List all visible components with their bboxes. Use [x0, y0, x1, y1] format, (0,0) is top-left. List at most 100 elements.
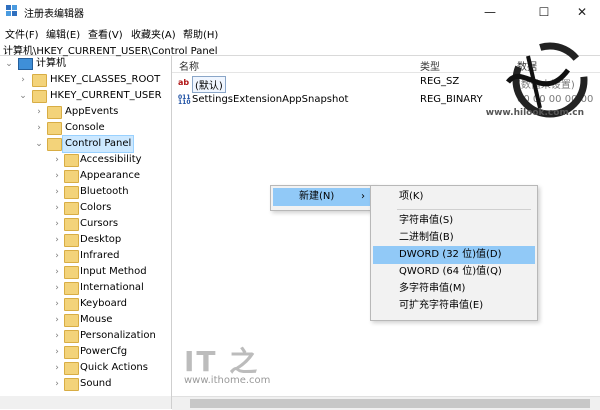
- tree-item-bluetooth[interactable]: › Bluetooth: [0, 184, 171, 200]
- tree-label: Desktop: [80, 234, 122, 245]
- tree-item-appearance[interactable]: › Appearance: [0, 168, 171, 184]
- menu-view[interactable]: 查看(V): [88, 26, 123, 41]
- collapse-icon[interactable]: ⌄: [34, 136, 44, 152]
- tree-label: Bluetooth: [80, 186, 129, 197]
- collapse-icon[interactable]: ⌄: [18, 88, 28, 104]
- expand-icon[interactable]: ›: [52, 152, 62, 168]
- column-name-header[interactable]: 名称: [179, 58, 199, 73]
- collapse-icon[interactable]: ⌄: [4, 56, 14, 72]
- tree-item-accessibility[interactable]: › Accessibility: [0, 152, 171, 168]
- folder-icon: [64, 362, 79, 375]
- folder-icon: [47, 106, 62, 119]
- tree-item-quick-actions[interactable]: › Quick Actions: [0, 360, 171, 376]
- tree-item-infrared[interactable]: › Infrared: [0, 248, 171, 264]
- menu-item-4[interactable]: 多字符串值(M): [373, 280, 535, 298]
- folder-icon: [64, 330, 79, 343]
- string-value-icon: ab: [178, 78, 190, 87]
- folder-icon: [64, 250, 79, 263]
- menu-item-3[interactable]: QWORD (64 位)值(Q): [373, 263, 535, 281]
- expand-icon[interactable]: ›: [34, 104, 44, 120]
- menu-item-key[interactable]: 项(K): [373, 188, 535, 206]
- tree-item-keyboard[interactable]: › Keyboard: [0, 296, 171, 312]
- tree-item-cursors[interactable]: › Cursors: [0, 216, 171, 232]
- tree-item-sound[interactable]: › Sound: [0, 376, 171, 392]
- tree-label: Input Method: [80, 266, 147, 277]
- value-name: (默认): [192, 76, 226, 93]
- expand-icon[interactable]: ›: [52, 216, 62, 232]
- horizontal-scrollbar[interactable]: [172, 396, 600, 410]
- tree-item-personalization[interactable]: › Personalization: [0, 328, 171, 344]
- tree-item-desktop[interactable]: › Desktop: [0, 232, 171, 248]
- menu-item-label: 可扩充字符串值(E): [399, 300, 484, 311]
- menu-file[interactable]: 文件(F): [5, 26, 39, 41]
- tree-label: Keyboard: [80, 298, 128, 309]
- expand-icon[interactable]: ›: [52, 328, 62, 344]
- minimize-button[interactable]: —: [472, 2, 508, 22]
- tree-item-international[interactable]: › International: [0, 280, 171, 296]
- tree-label: HKEY_CURRENT_USER: [50, 90, 162, 101]
- tree-item-mouse[interactable]: › Mouse: [0, 312, 171, 328]
- tree-item-powercfg[interactable]: › PowerCfg: [0, 344, 171, 360]
- menu-help[interactable]: 帮助(H): [183, 26, 218, 41]
- folder-icon: [32, 90, 47, 103]
- expand-icon[interactable]: ›: [52, 168, 62, 184]
- expand-icon[interactable]: ›: [52, 264, 62, 280]
- menu-separator: [397, 209, 531, 210]
- menu-edit[interactable]: 编辑(E): [46, 26, 80, 41]
- folder-icon: [64, 170, 79, 183]
- close-button[interactable]: ✕: [564, 2, 600, 22]
- tree-item-input-method[interactable]: › Input Method: [0, 264, 171, 280]
- expand-icon[interactable]: ›: [52, 184, 62, 200]
- registry-tree[interactable]: ⌄ 计算机 › HKEY_CLASSES_ROOT ⌄ HKEY_CURRENT…: [0, 56, 172, 409]
- column-type-header[interactable]: 类型: [420, 58, 440, 73]
- menu-favorites[interactable]: 收藏夹(A): [131, 26, 176, 41]
- address-path[interactable]: 计算机\HKEY_CURRENT_USER\Control Panel: [3, 42, 218, 57]
- menu-item-label: 多字符串值(M): [399, 283, 466, 294]
- menu-item-1[interactable]: 二进制值(B): [373, 229, 535, 247]
- expand-icon[interactable]: ›: [52, 296, 62, 312]
- tree-item-hkcr[interactable]: › HKEY_CLASSES_ROOT: [0, 72, 171, 88]
- folder-icon: [64, 314, 79, 327]
- expand-icon[interactable]: ›: [52, 248, 62, 264]
- tree-label: Cursors: [80, 218, 119, 229]
- scrollbar-thumb[interactable]: [190, 399, 590, 408]
- binary-value-icon: 011 110: [178, 94, 191, 106]
- folder-icon: [64, 346, 79, 359]
- expand-icon[interactable]: ›: [52, 200, 62, 216]
- expand-icon[interactable]: ›: [52, 376, 62, 392]
- title-bar: 注册表编辑器 — ☐ ✕: [0, 0, 600, 24]
- menu-new[interactable]: 新建(N) ›: [273, 188, 373, 206]
- expand-icon[interactable]: ›: [52, 312, 62, 328]
- expand-icon[interactable]: ›: [52, 232, 62, 248]
- expand-icon[interactable]: ›: [34, 120, 44, 136]
- menu-new-label: 新建(N): [299, 191, 335, 202]
- tree-item-hkcu[interactable]: ⌄ HKEY_CURRENT_USER: [0, 88, 171, 104]
- folder-icon: [64, 378, 79, 391]
- folder-icon: [64, 234, 79, 247]
- tree-scrollbar[interactable]: [0, 396, 171, 409]
- expand-icon[interactable]: ›: [52, 360, 62, 376]
- tree-item-appevents[interactable]: › AppEvents: [0, 104, 171, 120]
- tree-label: Console: [65, 122, 105, 133]
- tree-label: Sound: [80, 378, 112, 389]
- folder-icon: [64, 202, 79, 215]
- tree-label: 计算机: [36, 58, 66, 69]
- tree-item-colors[interactable]: › Colors: [0, 200, 171, 216]
- menu-item-2[interactable]: DWORD (32 位)值(D): [373, 246, 535, 264]
- tree-label: Control Panel: [61, 135, 135, 153]
- folder-icon: [64, 154, 79, 167]
- maximize-button[interactable]: ☐: [526, 2, 562, 22]
- tree-item-computer[interactable]: ⌄ 计算机: [0, 56, 171, 72]
- folder-icon: [64, 218, 79, 231]
- expand-icon[interactable]: ›: [52, 280, 62, 296]
- tree-label: HKEY_CLASSES_ROOT: [50, 74, 161, 85]
- menu-item-5[interactable]: 可扩充字符串值(E): [373, 297, 535, 315]
- expand-icon[interactable]: ›: [18, 72, 28, 88]
- expand-icon[interactable]: ›: [52, 344, 62, 360]
- menu-item-0[interactable]: 字符串值(S): [373, 212, 535, 230]
- tree-label: PowerCfg: [80, 346, 128, 357]
- folder-icon: [64, 266, 79, 279]
- tree-item-control-panel[interactable]: ⌄ Control Panel: [0, 135, 171, 153]
- tree-item-console[interactable]: › Console: [0, 120, 171, 136]
- value-name: SettingsExtensionAppSnapshot: [192, 94, 349, 105]
